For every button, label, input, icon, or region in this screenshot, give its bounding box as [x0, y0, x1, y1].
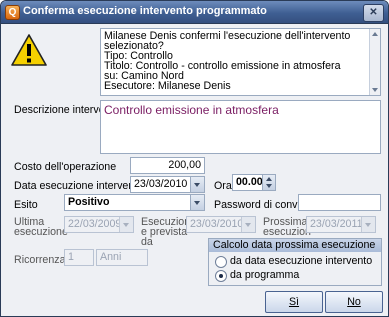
close-icon[interactable]: ✕	[363, 4, 384, 22]
ora-spinner[interactable]: 00.00	[232, 174, 276, 191]
ora-label: Ora	[214, 180, 232, 192]
ricorrenza-label: Ricorrenza	[14, 254, 66, 266]
esecuzione-prevista-label: Esecuzion e prevista da	[141, 216, 191, 248]
chevron-down-icon[interactable]	[190, 195, 204, 210]
si-button[interactable]: Sì	[265, 291, 323, 313]
warning-icon	[11, 34, 47, 66]
title-bar[interactable]: Q Conferma esecuzione intervento program…	[1, 1, 388, 24]
chevron-down-icon	[119, 217, 133, 232]
radio-da-programma-label: da programma	[230, 269, 300, 281]
spin-down-icon[interactable]	[266, 184, 272, 188]
radio-da-data-esecuzione-label: da data esecuzione intervento	[230, 255, 373, 267]
chevron-down-icon	[241, 217, 255, 232]
ultima-esecuzione-picker: 22/03/2009	[64, 216, 134, 233]
dialog-title: Conferma esecuzione intervento programma…	[23, 5, 267, 17]
esecuzione-prevista-picker: 23/03/2010	[186, 216, 256, 233]
confirmation-message: Milanese Denis confermi l'esecuzione del…	[100, 28, 381, 96]
calcolo-data-title: Calcolo data prossima esecuzione	[209, 239, 381, 252]
descrizione-value: Controllo emissione in atmosfera	[104, 103, 279, 117]
no-button[interactable]: No	[325, 291, 383, 313]
calcolo-data-group: Calcolo data prossima esecuzione da data…	[208, 238, 382, 286]
prossima-esecuzione-label: Prossima esecuzion	[263, 216, 311, 238]
chevron-down-icon[interactable]	[190, 177, 204, 192]
spin-up-icon[interactable]	[266, 177, 272, 181]
esito-label: Esito	[14, 199, 38, 211]
ultima-esecuzione-label: Ultima esecuzione	[14, 216, 68, 238]
costo-label: Costo dell'operazione	[14, 161, 117, 173]
esito-select[interactable]: Positivo	[64, 194, 205, 211]
app-icon: Q	[5, 5, 20, 20]
scroll-up-arrow-icon[interactable]	[372, 32, 378, 36]
data-esecuzione-picker[interactable]: 23/03/2010	[130, 176, 205, 193]
dialog-window: Q Conferma esecuzione intervento program…	[0, 0, 389, 317]
radio-da-data-esecuzione[interactable]	[215, 256, 227, 268]
prossima-esecuzione-picker: 23/03/2011	[306, 216, 376, 233]
password-input[interactable]	[298, 194, 381, 211]
message-line: Milanese Denis confermi l'esecuzione del…	[104, 30, 351, 52]
ricorrenza-value: 1	[64, 249, 94, 266]
spin-buttons[interactable]	[262, 175, 275, 190]
radio-da-programma[interactable]	[215, 270, 227, 282]
costo-input[interactable]: 200,00	[130, 157, 205, 174]
message-scrollbar[interactable]	[369, 29, 380, 95]
chevron-down-icon	[361, 217, 375, 232]
message-line: Esecutore: Milanese Denis	[104, 80, 231, 92]
scroll-down-arrow-icon[interactable]	[372, 88, 378, 92]
data-esecuzione-label: Data esecuzione intervento	[14, 180, 144, 192]
ricorrenza-unit: Anni	[96, 249, 148, 266]
descrizione-textarea[interactable]: Controllo emissione in atmosfera	[100, 100, 381, 154]
